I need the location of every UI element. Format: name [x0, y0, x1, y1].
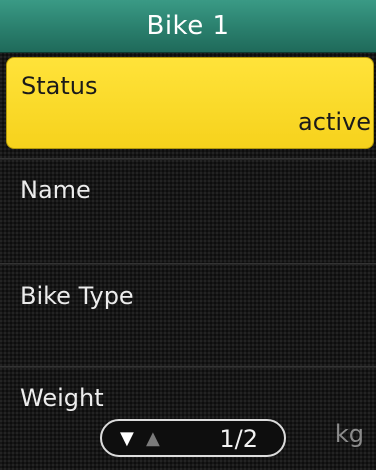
- screen: Bike 1 Status active Name Bike Type Weig…: [0, 0, 376, 470]
- menu-item-value: active: [298, 108, 371, 136]
- divider: [0, 158, 376, 160]
- page-count: 1/2: [219, 425, 258, 453]
- page-indicator[interactable]: ▼ ▲ 1/2: [100, 419, 286, 457]
- menu-item-status[interactable]: Status active: [6, 57, 374, 149]
- divider: [0, 263, 376, 265]
- scroll-down-icon[interactable]: ▼: [120, 428, 134, 449]
- weight-unit: kg: [334, 420, 364, 448]
- menu-item-label: Weight: [20, 384, 104, 412]
- menu-item-name[interactable]: Name: [6, 162, 374, 254]
- divider: [0, 366, 376, 368]
- menu-item-label: Status: [21, 72, 98, 100]
- menu-item-bike-type[interactable]: Bike Type: [6, 268, 374, 360]
- title-bar: Bike 1: [0, 0, 376, 53]
- menu-item-label: Bike Type: [20, 282, 134, 310]
- scroll-up-icon[interactable]: ▲: [146, 428, 160, 449]
- page-title: Bike 1: [146, 11, 230, 41]
- menu-item-label: Name: [20, 176, 91, 204]
